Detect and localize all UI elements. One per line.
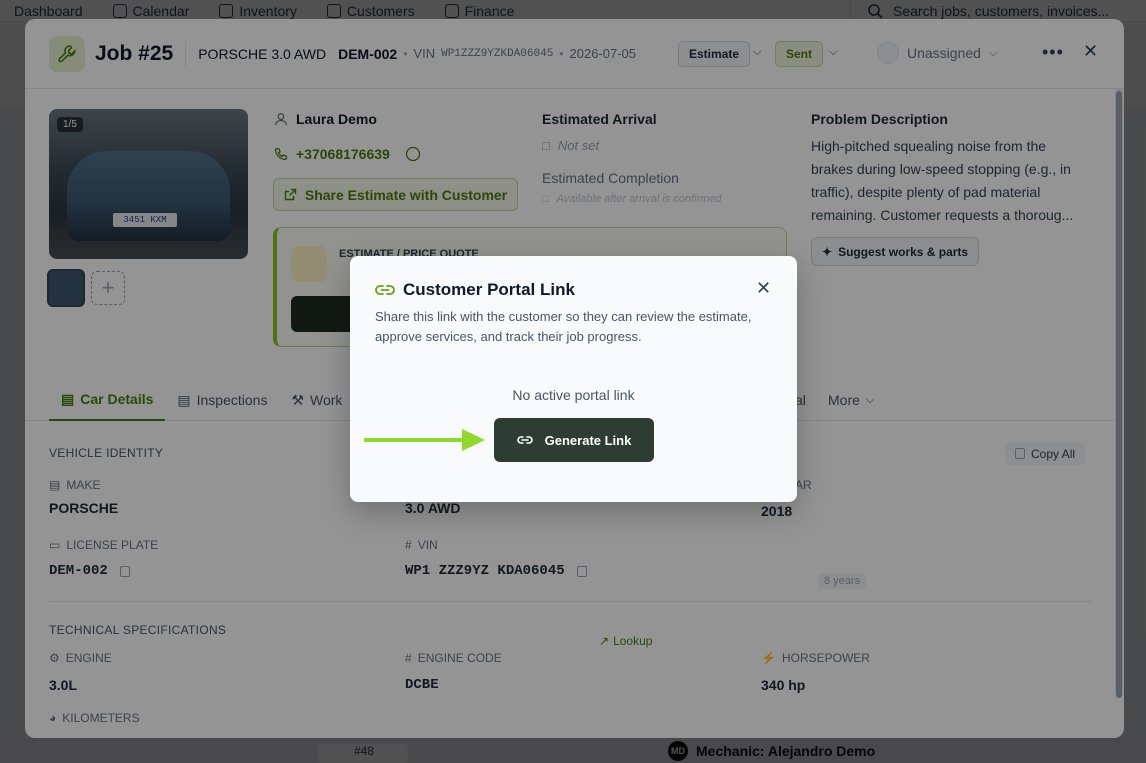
pointer-arrow-icon bbox=[364, 429, 485, 451]
portal-title: Customer Portal Link bbox=[375, 280, 575, 300]
portal-title-text: Customer Portal Link bbox=[403, 280, 575, 299]
generate-link-label: Generate Link bbox=[544, 432, 632, 448]
portal-empty-state: No active portal link bbox=[512, 387, 635, 403]
portal-description: Share this link with the customer so the… bbox=[375, 309, 752, 344]
link-icon bbox=[516, 436, 533, 444]
generate-link-button[interactable]: Generate Link bbox=[494, 418, 654, 462]
close-icon[interactable]: ✕ bbox=[756, 278, 771, 299]
customer-portal-modal: Customer Portal Link Share this link wit… bbox=[350, 256, 797, 502]
link-icon bbox=[375, 285, 395, 295]
